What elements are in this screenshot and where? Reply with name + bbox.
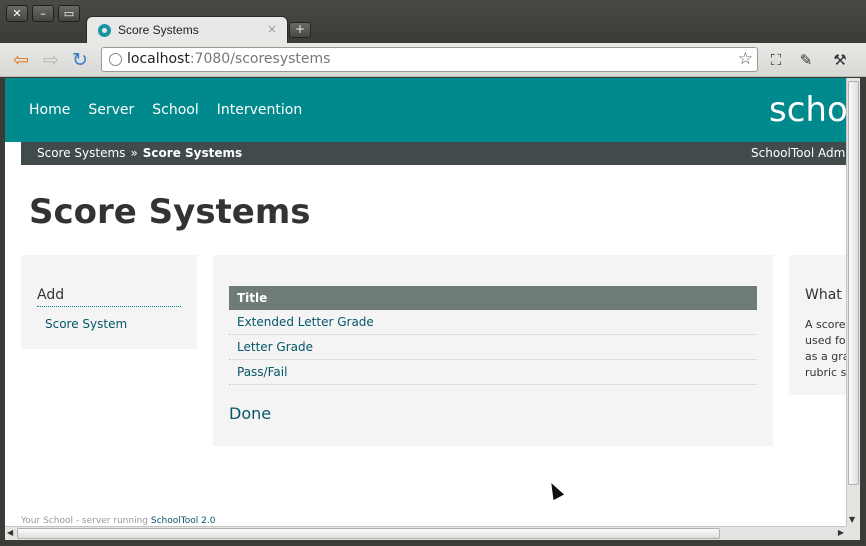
nav-intervention[interactable]: Intervention bbox=[217, 102, 302, 118]
table-row: Letter Grade bbox=[229, 335, 757, 360]
nav-home[interactable]: Home bbox=[29, 102, 70, 118]
table-row: Pass/Fail bbox=[229, 360, 757, 385]
score-systems-table: Title Extended Letter Grade Letter Grade… bbox=[229, 286, 757, 385]
info-heading: What i bbox=[805, 287, 846, 303]
wrench-icon[interactable]: ⚒ bbox=[829, 50, 851, 70]
row-link-pass-fail[interactable]: Pass/Fail bbox=[237, 365, 287, 379]
breadcrumb: Score Systems » Score Systems bbox=[37, 146, 242, 160]
row-link-extended-letter-grade[interactable]: Extended Letter Grade bbox=[237, 315, 374, 329]
page-viewport: Home Server School Intervention schoo Sc… bbox=[5, 78, 846, 526]
done-link[interactable]: Done bbox=[229, 404, 271, 423]
nav-school[interactable]: School bbox=[152, 102, 198, 118]
forward-arrow-icon[interactable]: ⇨ bbox=[40, 49, 62, 71]
info-line: A score bbox=[805, 318, 846, 331]
back-arrow-icon[interactable]: ⇦ bbox=[10, 49, 32, 71]
vertical-scrollbar[interactable]: ▼ bbox=[846, 78, 860, 526]
title-bar: ✕ – ▭ Score Systems × + bbox=[0, 0, 866, 44]
footer-schooltool-link[interactable]: SchoolTool 2.0 bbox=[151, 516, 216, 526]
browser-toolbar: ⇦ ⇨ ↻ localhost:7080/scoresystems ☆ ⛶ ✎ … bbox=[0, 43, 866, 77]
info-line: rubric s bbox=[805, 366, 846, 379]
info-panel: What i A score used fo as a gra rubric s bbox=[789, 255, 846, 395]
tab-title: Score Systems bbox=[118, 23, 199, 37]
tab-close-icon[interactable]: × bbox=[267, 22, 277, 36]
info-line: as a gra bbox=[805, 350, 846, 363]
scroll-left-arrow-icon[interactable]: ◀ bbox=[7, 528, 13, 537]
globe-icon bbox=[109, 53, 122, 66]
add-score-system-link[interactable]: Score System bbox=[45, 317, 127, 331]
site-brand[interactable]: schoo bbox=[769, 90, 846, 130]
table-header-title[interactable]: Title bbox=[229, 286, 757, 310]
bookmark-star-icon[interactable]: ☆ bbox=[738, 49, 753, 69]
breadcrumb-separator: » bbox=[130, 146, 138, 160]
row-link-letter-grade[interactable]: Letter Grade bbox=[237, 340, 313, 354]
info-line: used fo bbox=[805, 334, 846, 347]
add-heading: Add bbox=[37, 287, 181, 307]
info-description: A score used fo as a gra rubric s bbox=[805, 317, 846, 381]
page-title: Score Systems bbox=[29, 192, 311, 232]
window-close-button[interactable]: ✕ bbox=[6, 5, 28, 22]
horizontal-scroll-thumb[interactable] bbox=[17, 528, 720, 539]
user-menu-link[interactable]: SchoolTool Admin bbox=[751, 146, 846, 160]
breadcrumb-parent[interactable]: Score Systems bbox=[37, 146, 125, 160]
window-maximize-button[interactable]: ▭ bbox=[58, 5, 80, 22]
footer-text: Your School - server running bbox=[21, 516, 149, 526]
fit-page-icon[interactable]: ⛶ bbox=[765, 50, 787, 70]
url-text[interactable]: localhost:7080/scoresystems bbox=[127, 51, 330, 67]
breadcrumb-bar: Score Systems » Score Systems SchoolTool A… bbox=[21, 142, 846, 165]
new-tab-button[interactable]: + bbox=[289, 22, 311, 38]
main-nav: Home Server School Intervention bbox=[29, 102, 302, 118]
page-footer: Your School - server running SchoolTool … bbox=[21, 516, 215, 526]
window-minimize-button[interactable]: – bbox=[32, 5, 54, 22]
schooltool-favicon-icon bbox=[98, 24, 111, 37]
site-header: Home Server School Intervention schoo bbox=[5, 78, 846, 142]
scroll-right-arrow-icon[interactable]: ▶ bbox=[838, 528, 844, 537]
add-panel: Add Score System bbox=[21, 255, 197, 349]
horizontal-scrollbar[interactable]: ◀ ▶ bbox=[5, 526, 846, 540]
url-path: :7080/scoresystems bbox=[189, 51, 331, 67]
reload-icon[interactable]: ↻ bbox=[69, 49, 91, 71]
table-row: Extended Letter Grade bbox=[229, 310, 757, 335]
address-bar[interactable]: localhost:7080/scoresystems ☆ bbox=[101, 47, 758, 72]
breadcrumb-current: Score Systems bbox=[142, 146, 243, 160]
score-systems-panel: Title Extended Letter Grade Letter Grade… bbox=[213, 255, 773, 446]
tab-score-systems[interactable]: Score Systems × bbox=[86, 16, 288, 44]
nav-server[interactable]: Server bbox=[88, 102, 134, 118]
vertical-scroll-thumb[interactable] bbox=[848, 81, 859, 485]
pin-icon[interactable]: ✎ bbox=[795, 50, 817, 70]
scroll-down-arrow-icon[interactable]: ▼ bbox=[849, 515, 855, 524]
browser-window: ✕ – ▭ Score Systems × + ⇦ ⇨ ↻ localhost:… bbox=[0, 0, 866, 546]
scrollbar-corner bbox=[846, 526, 860, 540]
url-host: localhost bbox=[127, 51, 190, 67]
